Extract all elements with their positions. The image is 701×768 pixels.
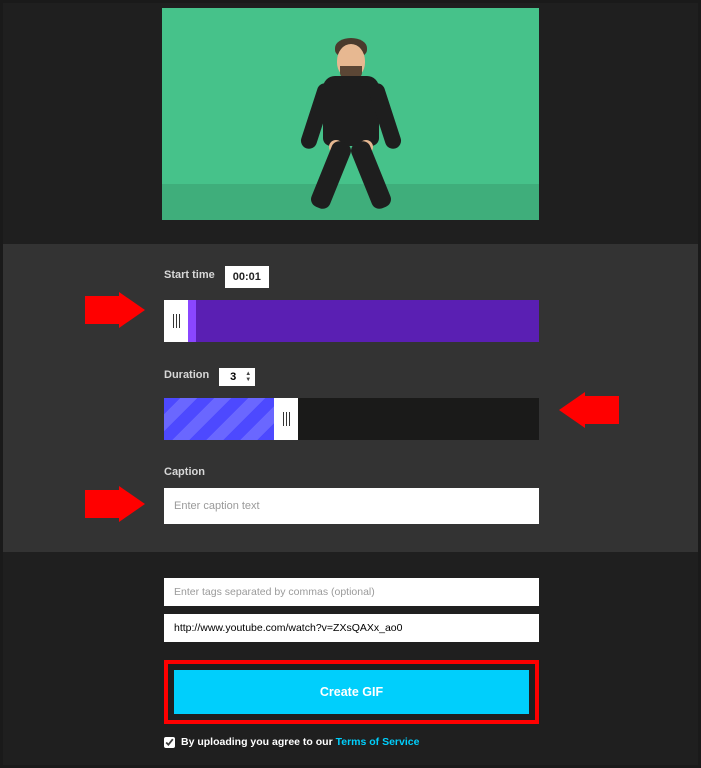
agree-terms-text: By uploading you agree to our Terms of S…: [181, 736, 419, 748]
start-time-label: Start time: [164, 269, 215, 281]
start-time-slider-handle[interactable]: [164, 300, 188, 342]
start-time-slider[interactable]: [164, 300, 539, 342]
source-url-input[interactable]: [164, 614, 539, 642]
annotation-arrow-icon: [559, 392, 619, 428]
duration-stepper[interactable]: 3 ▲▼: [219, 368, 255, 386]
caption-input[interactable]: [164, 488, 539, 524]
annotation-highlight-box: Create GIF: [164, 660, 539, 724]
video-preview-section: [3, 3, 698, 220]
duration-slider-handle[interactable]: [274, 398, 298, 440]
tags-input[interactable]: [164, 578, 539, 606]
agree-terms-checkbox[interactable]: [164, 737, 175, 748]
stepper-arrows-icon[interactable]: ▲▼: [245, 371, 251, 383]
start-time-value[interactable]: 00:01: [225, 266, 269, 288]
controls-panel: Start time 00:01 Duration 3 ▲▼: [3, 244, 698, 552]
duration-slider[interactable]: [164, 398, 539, 440]
create-gif-button[interactable]: Create GIF: [174, 670, 529, 714]
annotation-arrow-icon: [85, 292, 145, 328]
duration-value: 3: [227, 371, 239, 383]
caption-label: Caption: [164, 466, 539, 478]
duration-label: Duration: [164, 369, 209, 381]
submit-panel: Create GIF By uploading you agree to our…: [3, 552, 698, 748]
annotation-arrow-icon: [85, 486, 145, 522]
video-preview[interactable]: [162, 8, 539, 220]
terms-of-service-link[interactable]: Terms of Service: [336, 736, 420, 748]
